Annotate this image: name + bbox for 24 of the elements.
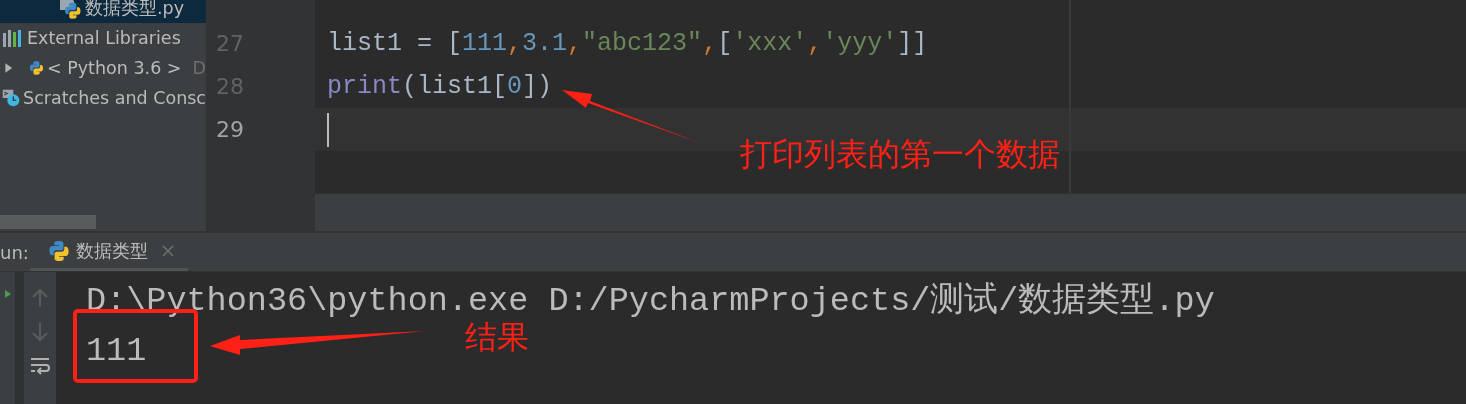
rerun-icon[interactable]: [4, 290, 11, 298]
tree-item[interactable]: External Libraries: [0, 23, 206, 53]
close-icon[interactable]: [162, 244, 174, 257]
line-number: 29: [216, 117, 244, 142]
annotation-text: 打印列表的第一个数据: [740, 134, 1060, 175]
scrollbar-thumb[interactable]: [0, 215, 96, 229]
text-caret: [327, 112, 329, 147]
up-arrow-icon[interactable]: [31, 288, 49, 308]
tree-item-label: < Python 3.6 >: [47, 58, 182, 78]
library-bars-icon: [2, 29, 24, 47]
code-line: list1 = [111,3.1,"abc123",['xxx','yyy']]: [327, 29, 928, 58]
python-file-icon: [58, 0, 82, 20]
tree-item[interactable]: 数据类型.py: [0, 0, 206, 23]
down-arrow-icon[interactable]: [31, 322, 49, 342]
code-line: print(list1[0]): [327, 72, 553, 101]
soft-wrap-icon[interactable]: [30, 356, 50, 376]
collapsed-arrow-icon[interactable]: [4, 60, 14, 76]
run-label: un:: [0, 241, 30, 263]
python-icon: [48, 239, 70, 262]
console-output-line: 111: [86, 331, 147, 372]
tree-item-label: 数据类型.py: [85, 0, 185, 20]
tree-item-label: External Libraries: [27, 28, 181, 48]
tree-item[interactable]: Scratches and Consc: [0, 83, 206, 113]
tree-item-label: Scratches and Consc: [23, 88, 206, 108]
